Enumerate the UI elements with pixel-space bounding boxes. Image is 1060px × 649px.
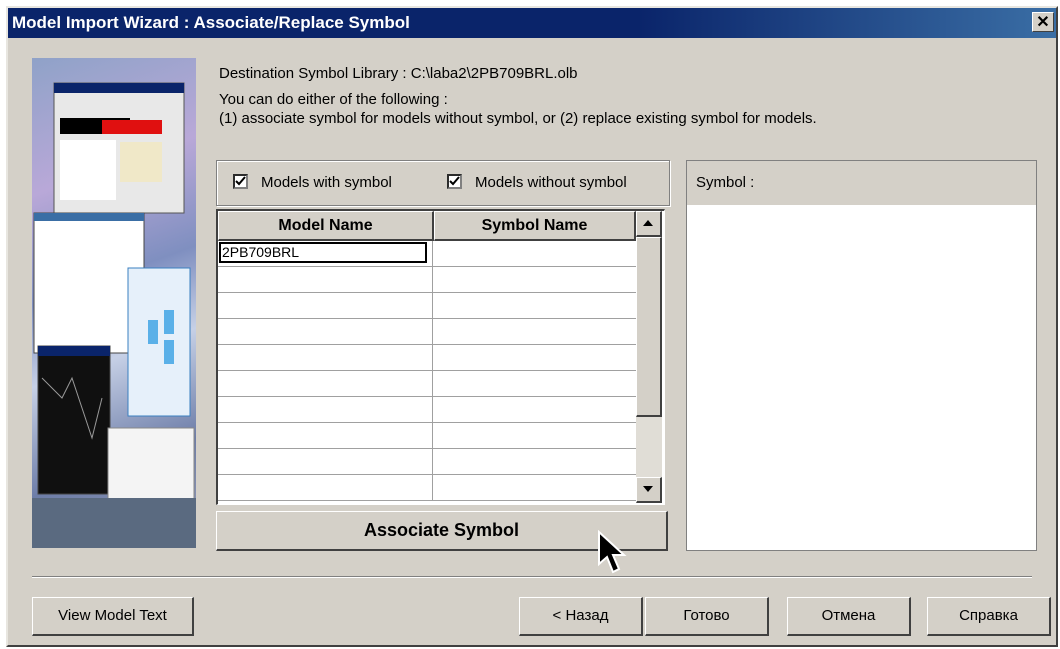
model-name-cell[interactable]: 2PB709BRL	[219, 242, 427, 263]
help-button[interactable]: Справка	[927, 597, 1051, 636]
footer-separator	[32, 576, 1032, 578]
column-header-symbol-name[interactable]: Symbol Name	[434, 211, 636, 241]
arrow-up-icon	[643, 220, 653, 226]
check-icon	[235, 176, 246, 186]
table-row[interactable]	[218, 293, 636, 319]
symbol-label: Symbol :	[696, 174, 755, 191]
instruction-line-2: (1) associate symbol for models without …	[219, 110, 817, 127]
finish-button[interactable]: Готово	[645, 597, 769, 636]
models-with-symbol-label: Models with symbol	[261, 174, 392, 191]
title-bar[interactable]: Model Import Wizard : Associate/Replace …	[8, 8, 1056, 38]
wizard-illustration	[32, 58, 196, 548]
model-table[interactable]: Model Name Symbol Name 2PB709BRL	[216, 209, 665, 505]
column-header-model-name[interactable]: Model Name	[218, 211, 434, 241]
table-row[interactable]	[218, 449, 636, 475]
arrow-down-icon	[643, 486, 653, 492]
window-title: Model Import Wizard : Associate/Replace …	[12, 13, 410, 32]
close-icon: ✕	[1036, 14, 1050, 31]
table-row[interactable]	[218, 345, 636, 371]
scroll-thumb[interactable]	[636, 237, 662, 417]
table-scrollbar[interactable]	[636, 211, 662, 503]
symbol-preview	[687, 205, 1036, 550]
symbol-panel: Symbol :	[686, 160, 1037, 551]
scroll-up-button[interactable]	[636, 211, 662, 237]
instruction-line-1: You can do either of the following :	[219, 91, 448, 108]
view-model-text-button[interactable]: View Model Text	[32, 597, 194, 636]
models-without-symbol-label: Models without symbol	[475, 174, 627, 191]
table-row[interactable]	[218, 475, 636, 501]
table-row[interactable]: 2PB709BRL	[218, 241, 636, 267]
back-button[interactable]: < Назад	[519, 597, 643, 636]
mouse-pointer-icon	[598, 530, 627, 574]
table-row[interactable]	[218, 319, 636, 345]
table-row[interactable]	[218, 267, 636, 293]
scroll-down-button[interactable]	[636, 477, 662, 503]
symbol-panel-header: Symbol :	[687, 161, 1036, 206]
close-button[interactable]: ✕	[1032, 12, 1054, 32]
table-row[interactable]	[218, 397, 636, 423]
table-row[interactable]	[218, 423, 636, 449]
check-icon	[449, 176, 460, 186]
cancel-button[interactable]: Отмена	[787, 597, 911, 636]
table-row[interactable]	[218, 371, 636, 397]
destination-library: Destination Symbol Library : C:\laba2\2P…	[219, 65, 578, 82]
